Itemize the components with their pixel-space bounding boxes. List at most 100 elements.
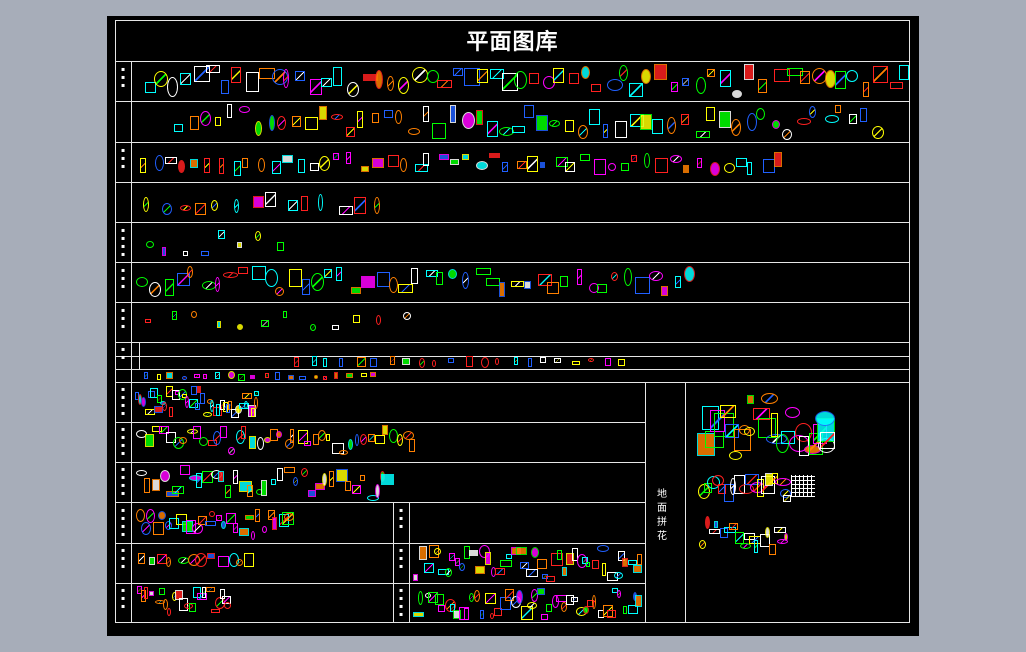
cad-symbol [265, 269, 278, 287]
cad-symbol [218, 471, 224, 482]
row-divider [115, 222, 910, 223]
cad-symbol [180, 73, 191, 85]
symbol-band-floor-tiles-2 [698, 512, 788, 558]
cad-symbol [424, 563, 434, 573]
cad-symbol [305, 117, 318, 130]
cad-symbol [346, 152, 351, 164]
cad-symbol [284, 467, 295, 473]
cad-symbol [261, 320, 269, 327]
cad-symbol [136, 470, 147, 476]
cad-symbol [709, 529, 720, 534]
cad-symbol [218, 230, 225, 239]
symbol-band-beds [137, 152, 783, 176]
cad-symbol [234, 199, 239, 213]
cad-symbol [339, 450, 348, 455]
cad-symbol [476, 110, 483, 125]
cad-symbol [370, 372, 376, 377]
cad-symbol [374, 197, 380, 214]
cad-symbol [635, 595, 642, 607]
cad-symbol [153, 522, 164, 535]
row-divider [115, 342, 910, 343]
cad-symbol [661, 286, 668, 296]
cad-symbol [289, 269, 302, 287]
cad-symbol [583, 606, 589, 614]
cad-symbol [675, 276, 681, 288]
cad-symbol [183, 251, 188, 256]
symbol-band-cabinets [138, 227, 288, 259]
cad-symbol [873, 66, 888, 83]
cad-symbol [520, 562, 529, 569]
cad-symbol [547, 282, 559, 294]
cad-symbol [815, 411, 835, 426]
cad-symbol [144, 587, 148, 599]
cad-symbol [146, 509, 155, 523]
cad-symbol [403, 312, 411, 320]
cad-symbol [253, 196, 264, 208]
cad-symbol [301, 196, 308, 211]
cad-symbol [514, 71, 527, 89]
cad-symbol [158, 511, 166, 520]
cad-symbol [537, 559, 547, 569]
cad-symbol [207, 553, 215, 559]
cad-symbol [332, 325, 339, 330]
row-divider [115, 422, 645, 423]
cad-symbol [719, 111, 731, 128]
cad-symbol [654, 64, 667, 80]
cad-symbol [785, 407, 800, 418]
symbol-band-floor-tiles [696, 472, 791, 502]
cad-symbol [353, 315, 360, 323]
cad-symbol [517, 161, 527, 169]
cad-symbol [215, 277, 220, 292]
cad-symbol [292, 116, 301, 127]
cad-symbol [732, 90, 742, 98]
cad-symbol [233, 523, 238, 533]
cad-symbol [246, 72, 259, 92]
cad-symbol [384, 110, 393, 118]
symbol-band-floor-patterns [695, 393, 835, 463]
cad-symbol [736, 158, 747, 167]
cad-symbol [361, 276, 375, 288]
cad-symbol [254, 391, 259, 396]
cad-symbol [450, 159, 459, 165]
cad-symbol [149, 557, 155, 565]
cad-symbol [167, 608, 171, 616]
row-divider [115, 502, 645, 503]
cad-symbol [162, 203, 172, 215]
cad-symbol [326, 434, 330, 441]
cad-symbol [249, 436, 256, 449]
cad-symbol [624, 268, 632, 286]
row-label: ▪ ▪ ▪ [120, 587, 126, 610]
cad-symbol [357, 111, 363, 128]
cad-symbol [696, 77, 706, 94]
row-label: ▪ ▪ ▪ [120, 147, 126, 170]
cad-symbol [277, 116, 286, 130]
cad-symbol [149, 591, 154, 596]
cad-symbol [697, 158, 702, 168]
cad-symbol [160, 470, 170, 482]
cad-symbol [322, 473, 327, 486]
row-label: ▪ ▪ ▪ [398, 547, 404, 570]
cad-symbol [276, 431, 282, 438]
cad-symbol [466, 356, 473, 367]
row-divider [115, 462, 645, 463]
cad-symbol [769, 544, 776, 555]
cad-symbol [511, 281, 524, 287]
cad-symbol [333, 153, 339, 160]
cad-symbol [345, 481, 351, 491]
cad-symbol [218, 556, 229, 567]
cad-symbol [288, 375, 294, 380]
cad-symbol [635, 277, 650, 294]
cad-symbol [667, 117, 676, 134]
cad-symbol [640, 114, 652, 130]
cad-symbol [670, 155, 682, 163]
cad-symbol [512, 126, 525, 133]
cad-symbol [710, 162, 720, 176]
cad-symbol [592, 595, 596, 609]
cad-symbol [614, 572, 623, 579]
cad-symbol [398, 284, 413, 293]
cad-symbol [372, 158, 384, 168]
cad-symbol [618, 359, 625, 366]
cad-symbol [251, 531, 255, 540]
cad-symbol [265, 192, 276, 207]
cad-symbol [262, 526, 267, 533]
